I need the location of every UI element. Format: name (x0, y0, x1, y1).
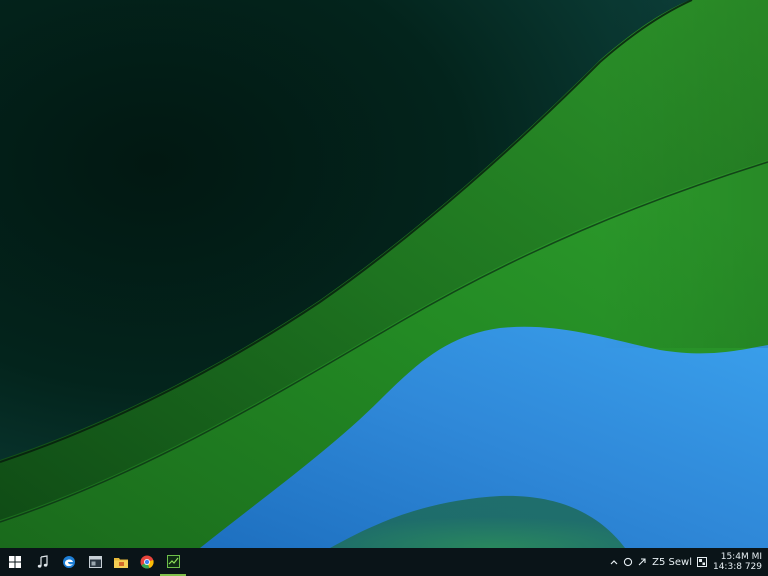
clock-time: 15:4M MI (720, 552, 762, 562)
music-note-icon (37, 555, 49, 569)
chrome-browser-icon (140, 555, 154, 569)
taskbar-task-manager[interactable] (160, 548, 186, 576)
taskbar-music-app[interactable] (30, 548, 56, 576)
taskbar: Z5 Sewl 15:4M MI 14:3:8 729 (0, 548, 768, 576)
taskbar-chrome-browser[interactable] (134, 548, 160, 576)
arrow-icon[interactable] (635, 548, 649, 576)
taskbar-app-window[interactable] (82, 548, 108, 576)
windows-start-icon (9, 556, 21, 568)
file-explorer-icon (114, 556, 128, 568)
notification-icon[interactable] (695, 548, 709, 576)
circle-icon[interactable] (621, 548, 635, 576)
task-manager-icon (166, 554, 180, 568)
chevron-up-icon[interactable] (607, 548, 621, 576)
edge-browser-icon (62, 555, 76, 569)
clock[interactable]: 15:4M MI 14:3:8 729 (709, 552, 762, 572)
tray-label[interactable]: Z5 Sewl (649, 557, 695, 568)
taskbar-file-explorer[interactable] (108, 548, 134, 576)
clock-date: 14:3:8 729 (712, 562, 762, 572)
system-tray: Z5 Sewl 15:4M MI 14:3:8 729 (607, 548, 768, 576)
app-window-icon (88, 556, 102, 568)
desktop[interactable] (0, 0, 768, 548)
taskbar-edge-browser[interactable] (56, 548, 82, 576)
start-button[interactable] (0, 548, 30, 576)
wallpaper (0, 0, 768, 548)
